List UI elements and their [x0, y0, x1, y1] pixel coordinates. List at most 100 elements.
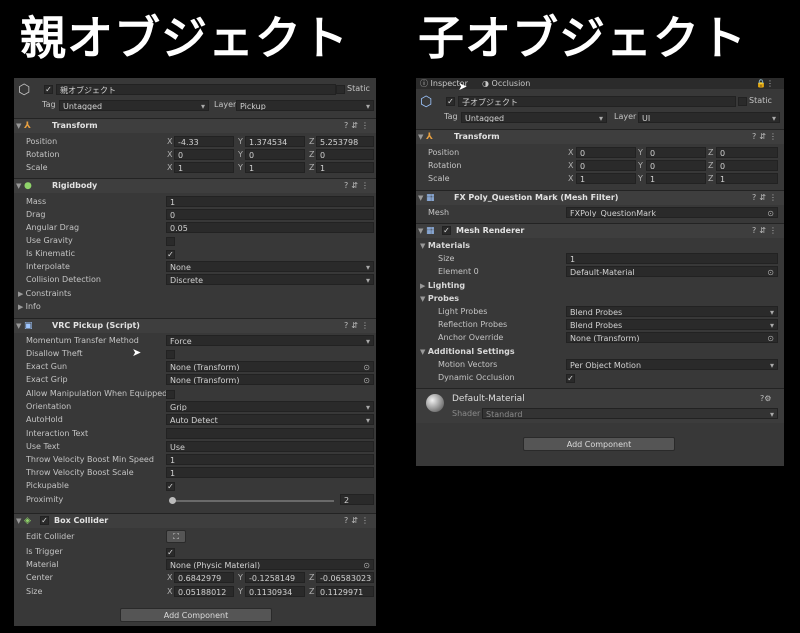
tab-occlusion[interactable]: ◑ Occlusion — [482, 78, 530, 89]
layer-dropdown[interactable]: Pickup — [236, 100, 374, 111]
lock-icon[interactable]: 🔒⋮ — [756, 78, 774, 89]
component-tools-icons[interactable]: ?⇵⋮ — [752, 130, 780, 144]
proximity-field[interactable]: 2 — [340, 494, 374, 505]
disallow-theft-checkbox[interactable] — [166, 350, 175, 359]
constraints-foldout[interactable]: ▶ Constraints — [18, 289, 71, 298]
materials-foldout[interactable]: ▼ Materials — [420, 241, 470, 250]
angular-drag-field[interactable]: 0.05 — [166, 222, 374, 233]
transform-header[interactable]: ▼ ⅄ Transform ?⇵⋮ — [14, 118, 376, 133]
orientation-dropdown[interactable]: Grip — [166, 401, 374, 412]
edit-collider-label: Edit Collider — [26, 532, 75, 541]
position-x-field[interactable]: 0 — [576, 147, 636, 158]
motion-vectors-dropdown[interactable]: Per Object Motion — [566, 359, 778, 370]
position-z-field[interactable]: 0 — [716, 147, 778, 158]
element0-field[interactable]: Default-Material — [566, 266, 778, 277]
size-z-field[interactable]: 0.1129971 — [316, 586, 374, 597]
info-foldout[interactable]: ▶ Info — [18, 302, 41, 311]
is-kinematic-checkbox[interactable]: ✓ — [166, 250, 175, 259]
anchor-override-field[interactable]: None (Transform) — [566, 332, 778, 343]
dynamic-occlusion-checkbox[interactable]: ✓ — [566, 374, 575, 383]
add-component-button[interactable]: Add Component — [120, 608, 272, 622]
box-collider-enabled-checkbox[interactable]: ✓ — [40, 516, 49, 525]
static-label: Static — [749, 96, 772, 105]
component-tools-icons[interactable]: ?⇵⋮ — [752, 224, 780, 238]
use-text-field[interactable]: Use — [166, 441, 374, 452]
layer-dropdown[interactable]: UI — [638, 112, 780, 123]
scale-z-field[interactable]: 1 — [316, 162, 374, 173]
mass-field[interactable]: 1 — [166, 196, 374, 207]
pickupable-checkbox[interactable]: ✓ — [166, 482, 175, 491]
position-y-field[interactable]: 0 — [646, 147, 706, 158]
transform-header[interactable]: ▼ ⅄ Transform ?⇵⋮ — [416, 129, 784, 144]
vrc-pickup-header[interactable]: ▼ ▣ VRC Pickup (Script) ?⇵⋮ — [14, 318, 376, 333]
add-component-button[interactable]: Add Component — [523, 437, 675, 451]
rigidbody-header[interactable]: ▼ ● Rigidbody ?⇵⋮ — [14, 178, 376, 193]
rotation-z-field[interactable]: 0 — [716, 160, 778, 171]
rotation-y-field[interactable]: 0 — [646, 160, 706, 171]
exact-gun-field[interactable]: None (Transform) — [166, 361, 374, 372]
rotation-y-field[interactable]: 0 — [245, 149, 305, 160]
drag-field[interactable]: 0 — [166, 209, 374, 220]
reflection-probes-dropdown[interactable]: Blend Probes — [566, 319, 778, 330]
probes-foldout[interactable]: ▼ Probes — [420, 294, 459, 303]
center-z-field[interactable]: -0.06583023 — [316, 572, 374, 583]
use-gravity-checkbox[interactable] — [166, 237, 175, 246]
rotation-x-field[interactable]: 0 — [174, 149, 234, 160]
tvb-scale-field[interactable]: 1 — [166, 467, 374, 478]
tvb-min-speed-field[interactable]: 1 — [166, 454, 374, 465]
component-tools-icons[interactable]: ?⇵⋮ — [344, 179, 372, 193]
size-y-field[interactable]: 0.1130934 — [245, 586, 305, 597]
physic-material-field[interactable]: None (Physic Material) — [166, 559, 374, 570]
tag-dropdown[interactable]: Untagged — [461, 112, 607, 123]
object-name-field[interactable]: 子オブジェクト — [458, 96, 736, 107]
x-axis-label: X — [568, 148, 574, 157]
momentum-dropdown[interactable]: Force — [166, 335, 374, 346]
scale-x-field[interactable]: 1 — [576, 173, 636, 184]
component-tools-icons[interactable]: ?⇵⋮ — [752, 191, 780, 205]
mesh-field[interactable]: FXPoly_QuestionMark — [566, 207, 778, 218]
proximity-slider-knob[interactable] — [169, 497, 176, 504]
box-collider-header[interactable]: ▼ ◈ ✓ Box Collider ?⇵⋮ — [14, 513, 376, 528]
material-settings-icon[interactable]: ?⚙ — [760, 394, 771, 403]
static-checkbox[interactable] — [336, 85, 345, 94]
edit-collider-button[interactable]: ⛶ — [166, 530, 186, 543]
mesh-filter-header[interactable]: ▼ ▦ FX Poly_Question Mark (Mesh Filter) … — [416, 190, 784, 205]
position-z-field[interactable]: 5.253798 — [316, 136, 374, 147]
scale-z-field[interactable]: 1 — [716, 173, 778, 184]
is-trigger-checkbox[interactable]: ✓ — [166, 548, 175, 557]
materials-size-field[interactable]: 1 — [566, 253, 778, 264]
scale-x-field[interactable]: 1 — [174, 162, 234, 173]
static-checkbox[interactable] — [738, 97, 747, 106]
mesh-renderer-enabled-checkbox[interactable]: ✓ — [442, 226, 451, 235]
active-checkbox[interactable]: ✓ — [446, 97, 455, 106]
size-x-field[interactable]: 0.05188012 — [174, 586, 234, 597]
additional-settings-label: Additional Settings — [427, 347, 515, 356]
tag-dropdown[interactable]: Untagged — [59, 100, 209, 111]
allow-manipulation-checkbox[interactable] — [166, 390, 175, 399]
rotation-x-field[interactable]: 0 — [576, 160, 636, 171]
center-y-field[interactable]: -0.1258149 — [245, 572, 305, 583]
position-y-field[interactable]: 1.374534 — [245, 136, 305, 147]
collision-detection-dropdown[interactable]: Discrete — [166, 274, 374, 285]
object-name-field[interactable]: 親オブジェクト — [56, 84, 336, 95]
interpolate-dropdown[interactable]: None — [166, 261, 374, 272]
position-x-field[interactable]: -4.33 — [174, 136, 234, 147]
shader-dropdown[interactable]: Standard — [482, 408, 778, 419]
autohold-dropdown[interactable]: Auto Detect — [166, 414, 374, 425]
component-tools-icons[interactable]: ?⇵⋮ — [344, 119, 372, 133]
rotation-z-field[interactable]: 0 — [316, 149, 374, 160]
material-preview-row[interactable]: Default-Material Shader Standard ?⚙ — [416, 388, 784, 423]
active-checkbox[interactable]: ✓ — [44, 85, 53, 94]
scale-y-field[interactable]: 1 — [245, 162, 305, 173]
interaction-text-field[interactable] — [166, 428, 374, 439]
component-tools-icons[interactable]: ?⇵⋮ — [344, 514, 372, 528]
component-tools-icons[interactable]: ?⇵⋮ — [344, 319, 372, 333]
additional-settings-foldout[interactable]: ▼ Additional Settings — [420, 347, 515, 356]
mesh-renderer-header[interactable]: ▼ ▦ ✓ Mesh Renderer ?⇵⋮ — [416, 223, 784, 238]
scale-y-field[interactable]: 1 — [646, 173, 706, 184]
lighting-foldout[interactable]: ▶ Lighting — [420, 281, 465, 290]
proximity-slider-track[interactable] — [170, 500, 334, 502]
center-x-field[interactable]: 0.6842979 — [174, 572, 234, 583]
light-probes-dropdown[interactable]: Blend Probes — [566, 306, 778, 317]
exact-grip-field[interactable]: None (Transform) — [166, 374, 374, 385]
